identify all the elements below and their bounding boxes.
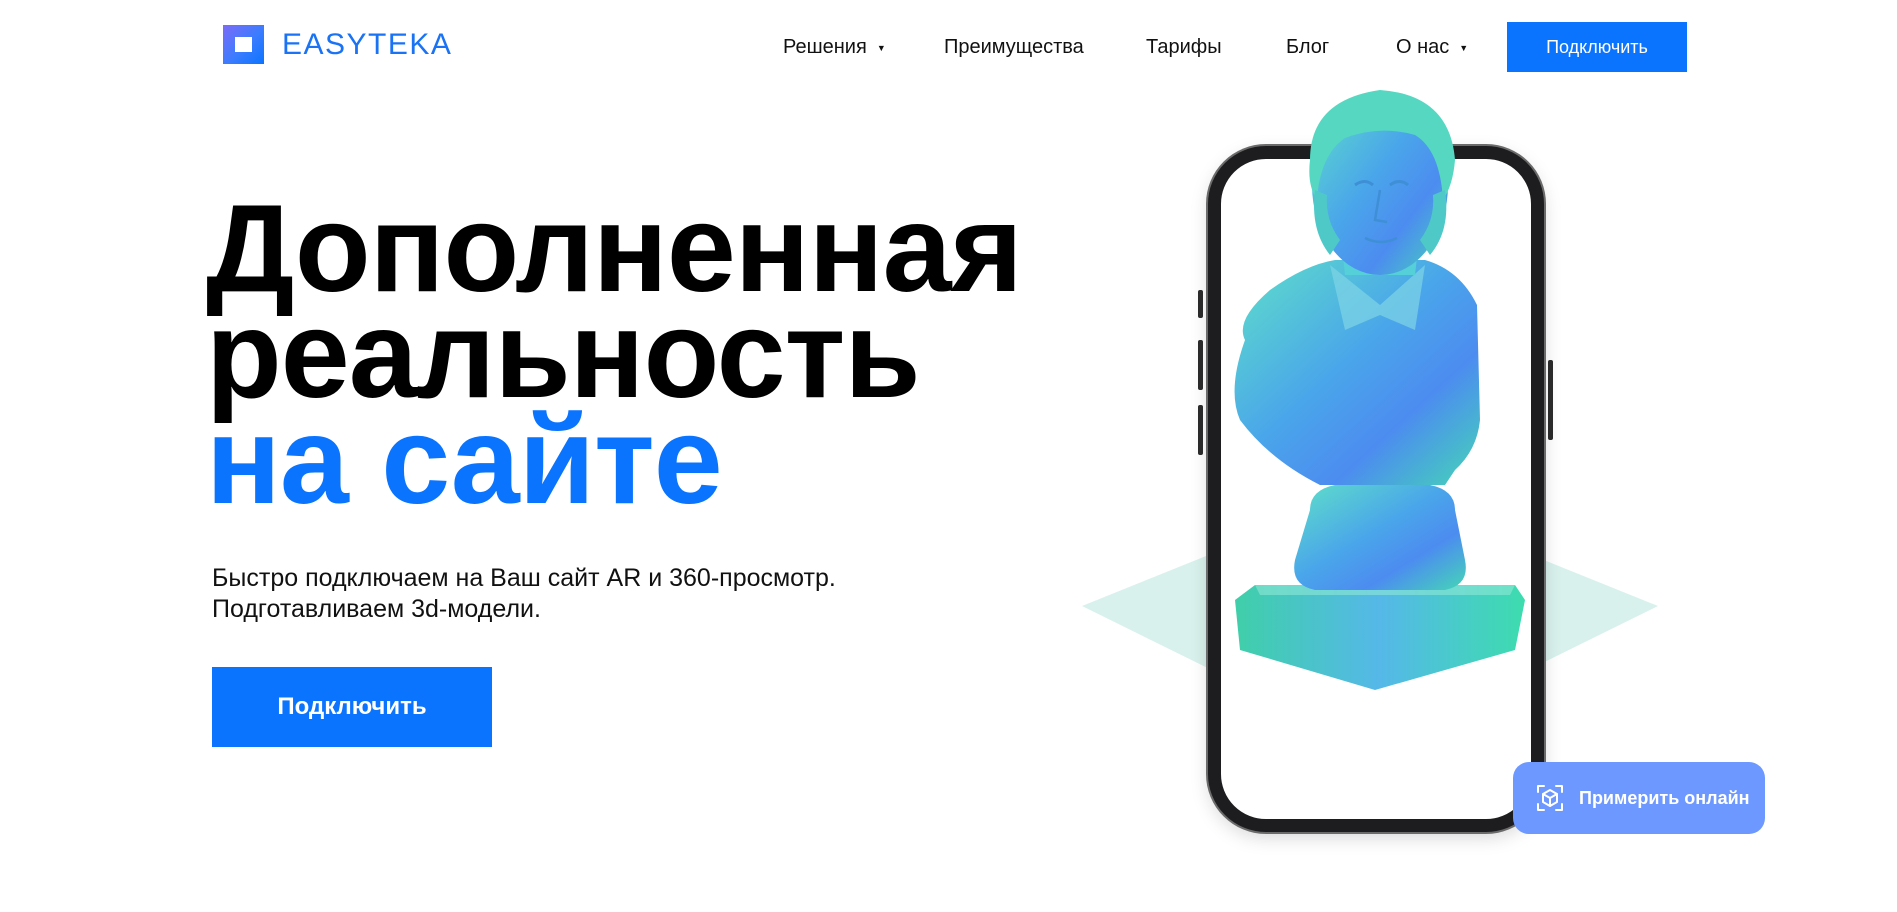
hero-illustration: [1070, 90, 1670, 850]
logo-text: EASYTEKA: [282, 27, 453, 61]
hero-connect-button[interactable]: Подключить: [212, 667, 492, 747]
try-online-label: Примерить онлайн: [1579, 787, 1750, 808]
phone-side-button: [1198, 290, 1203, 318]
phone-side-button: [1548, 360, 1553, 440]
nav-item-solutions[interactable]: Решения ▼: [783, 36, 886, 59]
hero-subtitle-line: Быстро подключаем на Ваш сайт AR и 360-п…: [212, 564, 836, 592]
nav-item-blog[interactable]: Блог: [1286, 36, 1329, 59]
nav-item-label: О нас: [1396, 36, 1450, 58]
nav-item-label: Решения: [783, 36, 867, 58]
phone-side-button: [1198, 340, 1203, 390]
bust-3d-model: [1234, 90, 1525, 690]
nav-item-label: Преимущества: [944, 36, 1084, 58]
nav-item-label: Блог: [1286, 36, 1330, 58]
logo[interactable]: EASYTEKA: [223, 25, 452, 64]
caret-down-icon: ▼: [876, 43, 886, 53]
logo-mark-icon: [223, 25, 264, 64]
nav-item-pricing[interactable]: Тарифы: [1146, 36, 1222, 59]
nav-item-advantages[interactable]: Преимущества: [944, 36, 1084, 59]
hero-subtitle-line: Подготавливаем 3d-модели.: [212, 595, 541, 623]
try-online-button[interactable]: Примерить онлайн: [1513, 762, 1765, 834]
nav-item-about[interactable]: О нас ▼: [1396, 36, 1468, 59]
hero-title: Дополненная реальность на сайте: [206, 187, 1023, 523]
phone-side-button: [1198, 405, 1203, 455]
nav-item-label: Тарифы: [1146, 36, 1222, 58]
header-connect-button[interactable]: Подключить: [1507, 22, 1687, 72]
hero-subtitle: Быстро подключаем на Ваш сайт AR и 360-п…: [212, 563, 836, 625]
ar-cube-icon: [1537, 785, 1563, 811]
caret-down-icon: ▼: [1459, 43, 1469, 53]
